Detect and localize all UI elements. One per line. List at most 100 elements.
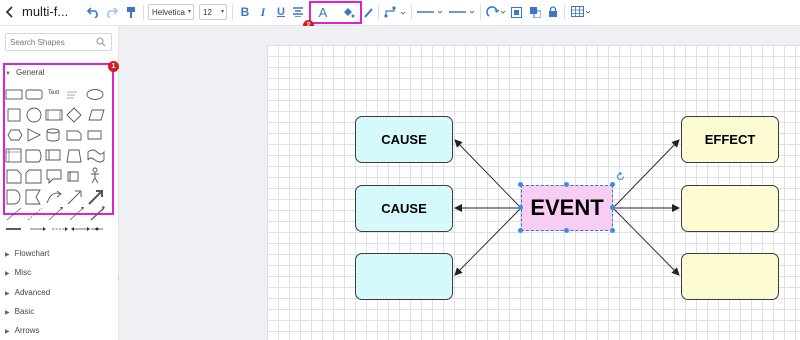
category-arrows[interactable]: ▶ Arrows xyxy=(5,326,40,335)
category-flowchart[interactable]: ▶ Flowchart xyxy=(5,249,49,258)
shape-diamond[interactable] xyxy=(66,107,82,123)
cause-box-1[interactable]: CAUSE xyxy=(355,116,453,163)
shape-actor[interactable] xyxy=(91,172,99,184)
shape-tape[interactable] xyxy=(87,149,105,163)
shape-line[interactable] xyxy=(6,207,22,221)
shape-delay[interactable] xyxy=(6,189,21,205)
shape-hexagon[interactable] xyxy=(7,129,23,141)
shape-rectangle[interactable] xyxy=(5,89,23,100)
rotate-handle-icon[interactable] xyxy=(616,172,625,181)
event-box[interactable]: EVENT xyxy=(521,185,613,231)
chevron-right-icon: ▶ xyxy=(5,252,10,258)
toolbar-divider xyxy=(564,5,565,20)
shape-cylinder[interactable] xyxy=(46,128,60,142)
shape-arrow-line[interactable] xyxy=(48,207,63,221)
shape-arrow-line-2[interactable] xyxy=(69,207,84,221)
format-painter-icon[interactable] xyxy=(124,5,138,19)
line-style-icon[interactable] xyxy=(416,4,444,20)
underline-icon[interactable]: U xyxy=(275,4,287,20)
bold-icon[interactable]: B xyxy=(239,4,251,20)
arrange-icon[interactable] xyxy=(485,4,507,20)
connector-event-to-effect-3[interactable] xyxy=(612,207,680,276)
document-title[interactable]: multi-f... xyxy=(22,4,68,19)
effect-box-1[interactable]: EFFECT xyxy=(681,116,779,163)
chevron-down-icon: ▾ xyxy=(187,9,191,15)
group-icon[interactable] xyxy=(510,5,522,19)
undo-icon[interactable] xyxy=(86,5,100,19)
resize-handle[interactable] xyxy=(518,205,523,210)
category-basic[interactable]: ▶ Basic xyxy=(5,307,34,316)
shape-data-storage[interactable] xyxy=(25,149,42,163)
shape-trapezoid[interactable] xyxy=(66,149,82,163)
shape-parallelogram[interactable] xyxy=(88,109,105,121)
toolbar-divider xyxy=(480,5,481,20)
shape-triangle[interactable] xyxy=(27,128,42,142)
search-icon[interactable] xyxy=(96,37,106,47)
resize-handle[interactable] xyxy=(610,228,615,233)
connector-style-icon[interactable] xyxy=(383,4,407,20)
shape-dashed-line[interactable] xyxy=(27,207,43,221)
cause-box-2[interactable]: CAUSE xyxy=(355,185,453,232)
shape-thick-arrow[interactable] xyxy=(88,190,103,205)
category-general-label: General xyxy=(15,68,45,77)
line-color-icon[interactable] xyxy=(363,5,375,19)
chevron-right-icon: ▶ xyxy=(5,310,10,316)
shape-internal-storage[interactable] xyxy=(5,148,22,163)
category-general[interactable]: ▼ General xyxy=(5,68,44,77)
resize-handle[interactable] xyxy=(518,182,523,187)
shape-callout[interactable] xyxy=(46,169,62,185)
shape-note[interactable] xyxy=(66,130,82,141)
connector-shapes-row xyxy=(5,225,105,233)
resize-handle[interactable] xyxy=(518,228,523,233)
shape-card-cut[interactable] xyxy=(25,169,42,184)
category-arrows-label: Arrows xyxy=(14,326,40,335)
shape-textbox[interactable] xyxy=(67,91,77,99)
toolbar: multi-f... Helvetica ▾ 12 ▾ B I U A 2 xyxy=(0,0,800,31)
diagram-page[interactable]: CAUSE CAUSE EVENT EFFECT xyxy=(267,45,800,340)
font-family-select[interactable]: Helvetica ▾ xyxy=(148,4,194,20)
effect-box-2[interactable] xyxy=(681,185,779,232)
ungroup-icon[interactable] xyxy=(529,5,541,19)
back-icon[interactable] xyxy=(3,5,17,19)
shape-square[interactable] xyxy=(7,108,21,122)
general-shapes-grid xyxy=(4,86,112,221)
shape-cube[interactable] xyxy=(45,149,61,161)
align-icon[interactable] xyxy=(292,5,304,19)
shape-ellipse[interactable] xyxy=(86,89,104,100)
shape-container[interactable] xyxy=(67,171,79,182)
chevron-right-icon: ▶ xyxy=(5,329,10,335)
shape-bold-arrow-line[interactable] xyxy=(90,207,105,221)
shape-text[interactable]: Text xyxy=(48,90,59,96)
resize-handle[interactable] xyxy=(564,182,569,187)
shape-arrow-up-right[interactable] xyxy=(67,190,82,205)
font-color-icon[interactable]: A xyxy=(316,4,330,20)
lock-icon[interactable] xyxy=(547,5,559,19)
connector-event-to-cause-1[interactable] xyxy=(454,139,522,209)
shape-circle[interactable] xyxy=(26,107,42,123)
fill-color-icon[interactable] xyxy=(341,4,355,20)
table-icon[interactable] xyxy=(570,4,592,20)
shape-process[interactable] xyxy=(45,109,63,121)
shape-off-page[interactable] xyxy=(25,189,41,205)
annotation-badge-1: 1 xyxy=(108,61,119,72)
italic-icon[interactable]: I xyxy=(257,4,269,20)
resize-handle[interactable] xyxy=(610,182,615,187)
shape-document-page[interactable] xyxy=(6,169,22,184)
effect-box-3[interactable] xyxy=(681,253,779,300)
shapes-sidebar: 1 ▼ General xyxy=(0,26,119,340)
connector-event-to-cause-3[interactable] xyxy=(454,207,522,276)
category-advanced[interactable]: ▶ Advanced xyxy=(5,288,50,297)
category-misc[interactable]: ▶ Misc xyxy=(5,268,31,277)
shape-curved-arrow[interactable] xyxy=(46,192,61,204)
redo-icon[interactable] xyxy=(104,5,118,19)
font-size-select[interactable]: 12 ▾ xyxy=(199,4,227,20)
canvas-area[interactable]: CAUSE CAUSE EVENT EFFECT xyxy=(119,26,800,340)
arrow-style-icon[interactable] xyxy=(448,4,476,20)
chevron-down-icon: ▼ xyxy=(5,71,11,77)
shape-rounded-rectangle[interactable] xyxy=(25,89,43,100)
category-misc-label: Misc xyxy=(14,268,32,277)
resize-handle[interactable] xyxy=(610,205,615,210)
cause-box-3[interactable] xyxy=(355,253,453,300)
resize-handle[interactable] xyxy=(564,228,569,233)
shape-card[interactable] xyxy=(87,130,102,140)
